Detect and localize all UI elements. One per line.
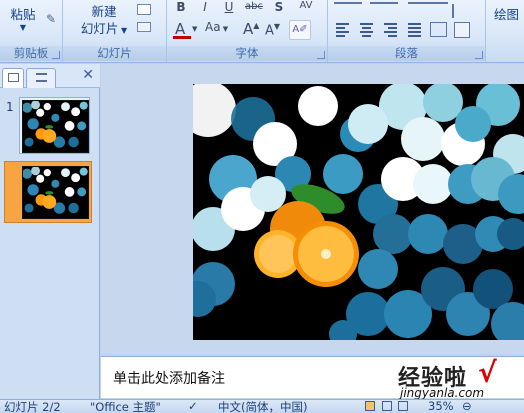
slide-counter: 幻灯片 2/2	[4, 400, 61, 413]
change-case-button[interactable]: Aa ▼	[205, 20, 235, 40]
language-indicator[interactable]: 中文(简体，中国)	[218, 399, 307, 413]
strikethrough-button[interactable]: abc	[242, 0, 266, 16]
watermark-check-icon: √	[478, 356, 497, 389]
font-style-row: B I U abc S AV	[172, 0, 322, 18]
status-bar: 幻灯片 2/2 "Office 主题" ✓ 中文(简体，中国) 35% ⊖	[0, 399, 524, 413]
numbered-list-icon[interactable]	[370, 2, 398, 12]
change-case-dropdown-icon: ▼	[220, 25, 229, 33]
shrink-font-button[interactable]: A▼	[265, 22, 285, 40]
underline-button[interactable]: U	[220, 0, 238, 16]
text-direction-icon[interactable]	[452, 4, 470, 18]
zoom-level[interactable]: 35%	[428, 399, 454, 413]
italic-button[interactable]: I	[196, 0, 214, 16]
align-left-icon[interactable]	[334, 22, 351, 37]
slide-1-image	[22, 100, 89, 153]
font-color-button[interactable]: A ▼	[173, 20, 199, 40]
watermark-url: jingyanla.com	[400, 386, 485, 400]
new-slide-label-2: 幻灯片	[80, 21, 119, 36]
change-case-label: Aa	[205, 20, 221, 34]
slides-tab-icon	[8, 73, 19, 82]
font-launcher-icon[interactable]	[317, 51, 325, 59]
slide-1-bokeh	[23, 101, 88, 152]
indent-icon[interactable]	[408, 2, 448, 12]
font-color-dropdown-icon: ▼	[192, 25, 198, 33]
columns-icon[interactable]	[430, 22, 447, 37]
justify-icon[interactable]	[406, 22, 423, 37]
align-text-icon[interactable]	[454, 22, 470, 38]
slide-background-image	[193, 84, 524, 340]
grow-font-button[interactable]: A▲	[243, 20, 263, 40]
slide-2-thumbnail[interactable]	[4, 161, 92, 223]
paragraph-group-label: 段落	[328, 46, 485, 61]
shadow-button[interactable]: S	[270, 0, 288, 16]
tab-outline[interactable]	[26, 68, 56, 88]
clear-formatting-icon[interactable]: A✐	[289, 20, 311, 40]
slide-1-thumbnail[interactable]	[19, 97, 90, 154]
shrink-font-label: A	[265, 23, 274, 39]
bullets-row	[334, 0, 452, 14]
reset-icon[interactable]	[137, 22, 151, 32]
close-panel-icon[interactable]: ✕	[82, 67, 94, 83]
slide-editor	[101, 64, 524, 354]
grow-font-arrow-icon: ▲	[253, 21, 260, 30]
char-spacing-button[interactable]: AV	[294, 0, 318, 15]
slides-panel: ✕ 1 2	[0, 64, 100, 399]
font-color-swatch	[173, 36, 191, 39]
new-slide-label-1: 新建	[91, 4, 117, 19]
layout-icon[interactable]	[137, 4, 151, 15]
clipboard-group: 粘贴 ▼ ✎ 剪贴板	[0, 0, 63, 62]
spell-check-icon[interactable]: ✓	[188, 399, 198, 413]
slide-1-number: 1	[6, 100, 14, 114]
grow-font-label: A	[243, 20, 254, 38]
paragraph-launcher-icon[interactable]	[475, 51, 483, 59]
format-painter-icon[interactable]: ✎	[42, 10, 60, 28]
bold-button[interactable]: B	[172, 0, 190, 16]
new-slide-dropdown-icon: ▼	[118, 26, 128, 35]
align-center-icon[interactable]	[358, 22, 375, 37]
normal-view-icon[interactable]	[365, 401, 375, 411]
new-slide-label-row: 幻灯片 ▼	[77, 20, 131, 39]
paste-dropdown-icon: ▼	[19, 23, 27, 32]
paste-label: 粘贴	[10, 7, 36, 22]
zoom-out-icon[interactable]: ⊖	[462, 399, 472, 413]
panel-tabs: ✕	[0, 64, 100, 88]
new-slide-button[interactable]: 新建 幻灯片 ▼	[77, 3, 131, 39]
reading-view-icon[interactable]	[398, 401, 408, 411]
shrink-font-arrow-icon: ▼	[273, 22, 281, 31]
drawing-group: 绘图	[486, 0, 524, 62]
clipboard-launcher-icon[interactable]	[52, 51, 60, 59]
slides-group: 新建 幻灯片 ▼ 幻灯片	[63, 0, 167, 62]
ribbon: 粘贴 ▼ ✎ 剪贴板 新建 幻灯片 ▼ 幻灯片 B I U abc S AV A…	[0, 0, 524, 63]
current-slide[interactable]	[193, 84, 524, 340]
slide-sorter-icon[interactable]	[382, 401, 392, 411]
align-right-icon[interactable]	[382, 22, 399, 37]
tab-slides[interactable]	[2, 68, 24, 88]
outline-tab-icon	[36, 73, 47, 82]
bullet-list-icon[interactable]	[334, 2, 362, 12]
slide-2-image	[22, 166, 89, 219]
notes-placeholder[interactable]: 单击此处添加备注	[113, 368, 225, 388]
drawing-button[interactable]: 绘图	[494, 4, 524, 23]
theme-name: "Office 主题"	[90, 400, 161, 413]
font-group-label: 字体	[167, 46, 327, 61]
font-group: B I U abc S AV A ▼ Aa ▼ A▲ A▼ A✐ 字体	[167, 0, 328, 62]
slides-group-label: 幻灯片	[63, 46, 166, 61]
paste-button[interactable]: 粘贴 ▼	[6, 4, 40, 32]
slide-2-bokeh	[23, 167, 88, 218]
paragraph-group: 段落	[328, 0, 486, 62]
